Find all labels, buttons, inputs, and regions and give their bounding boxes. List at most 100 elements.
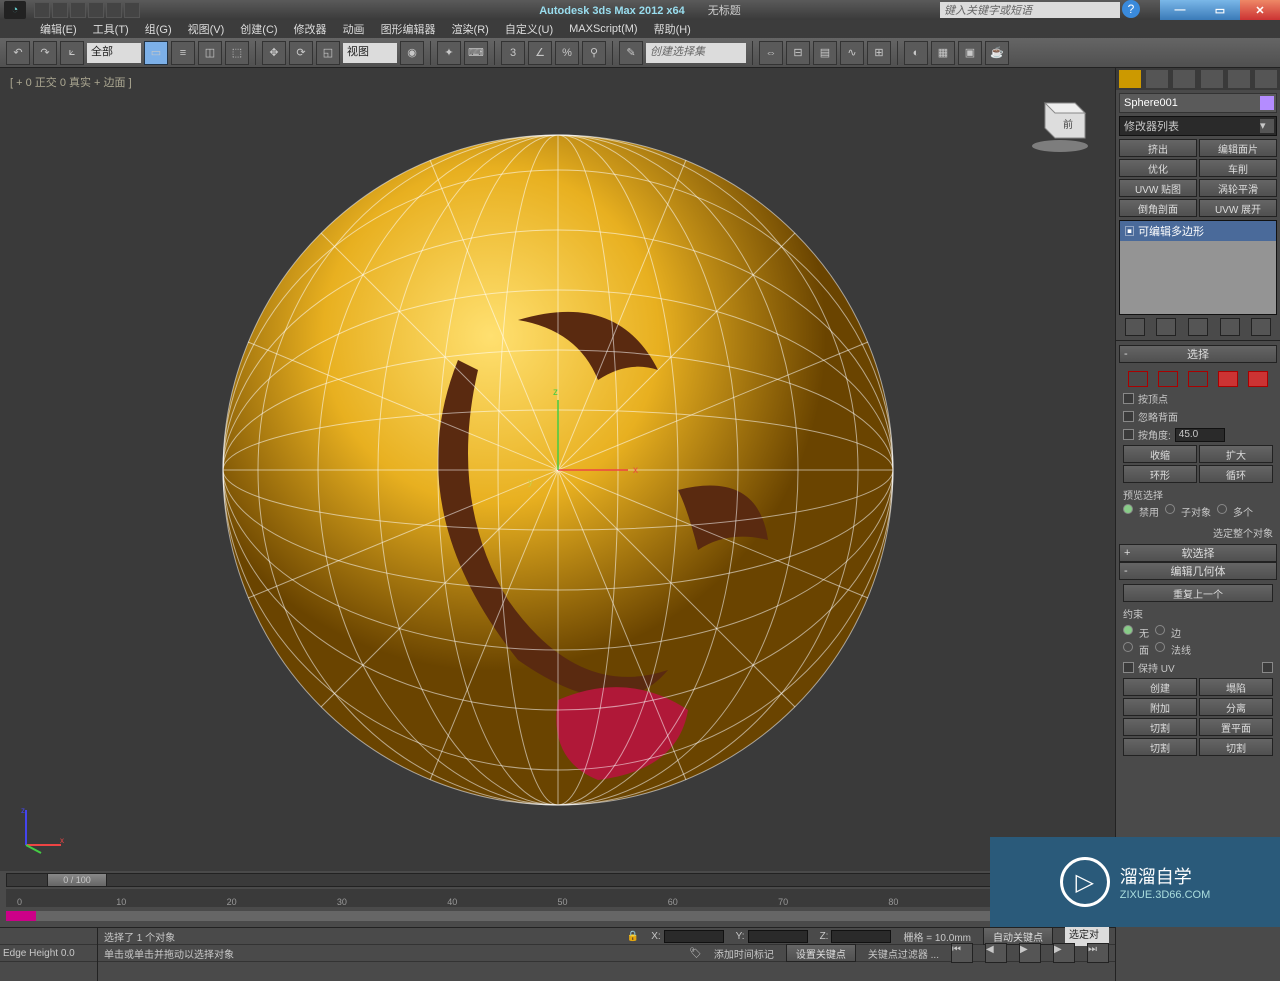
angle-snap-icon[interactable]: ∠ — [528, 41, 552, 65]
mirror-icon[interactable]: ⇔ — [759, 41, 783, 65]
play-icon[interactable]: ▶ — [1019, 943, 1041, 963]
ring-button[interactable]: 环形 — [1123, 465, 1197, 483]
qa-undo-icon[interactable] — [88, 2, 104, 18]
shrink-button[interactable]: 收缩 — [1123, 445, 1197, 463]
link-icon[interactable]: ⟀ — [60, 41, 84, 65]
object-name-field[interactable]: Sphere001 — [1119, 93, 1277, 113]
keyboard-icon[interactable]: ⌨ — [464, 41, 488, 65]
keyfilter-button[interactable]: 关键点过滤器 ... — [868, 946, 939, 961]
subobj-element-button[interactable] — [1248, 371, 1268, 387]
preview-off-radio[interactable] — [1123, 504, 1133, 514]
remove-mod-icon[interactable] — [1220, 318, 1240, 336]
editor-icon[interactable]: ✎ — [619, 41, 643, 65]
qa-new-icon[interactable] — [34, 2, 50, 18]
mod-optimize-button[interactable]: 优化 — [1119, 159, 1197, 177]
mod-bevelprofile-button[interactable]: 倒角剖面 — [1119, 199, 1197, 217]
tab-motion-icon[interactable] — [1201, 70, 1223, 88]
mod-turbosmooth-button[interactable]: 涡轮平滑 — [1199, 179, 1277, 197]
window-crossing-button[interactable]: ⬚ — [225, 41, 249, 65]
mod-editpatch-button[interactable]: 编辑面片 — [1199, 139, 1277, 157]
qa-save-icon[interactable] — [70, 2, 86, 18]
goto-start-icon[interactable]: ⏮ — [951, 943, 973, 963]
tab-create-icon[interactable] — [1119, 70, 1141, 88]
preview-multi-radio[interactable] — [1217, 504, 1227, 514]
mod-unwrap-button[interactable]: UVW 展开 — [1199, 199, 1277, 217]
percent-snap-icon[interactable]: % — [555, 41, 579, 65]
lock-icon[interactable]: 🔒 — [627, 931, 639, 942]
tab-hierarchy-icon[interactable] — [1173, 70, 1195, 88]
cut2-button[interactable]: 切割 — [1199, 738, 1273, 756]
detach-button[interactable]: 分离 — [1199, 698, 1273, 716]
material-editor-icon[interactable]: ◐ — [904, 41, 928, 65]
add-time-tag-label[interactable]: 添加时间标记 — [714, 946, 774, 961]
configure-sets-icon[interactable] — [1251, 318, 1271, 336]
window-max-button[interactable]: ▭ — [1200, 0, 1240, 20]
snap-button[interactable]: 3 — [501, 41, 525, 65]
angle-spinner[interactable]: 45.0 — [1175, 428, 1225, 442]
menu-tools[interactable]: 工具(T) — [93, 21, 129, 37]
ignore-back-checkbox[interactable] — [1123, 411, 1134, 422]
by-angle-checkbox[interactable] — [1123, 429, 1134, 440]
make-unique-icon[interactable] — [1188, 318, 1208, 336]
menu-views[interactable]: 视图(V) — [188, 21, 225, 37]
pivot-icon[interactable]: ◉ — [400, 41, 424, 65]
select-object-button[interactable]: ▭ — [144, 41, 168, 65]
next-frame-icon[interactable]: ▶ — [1053, 943, 1075, 963]
collapse-button[interactable]: 塌陷 — [1199, 678, 1273, 696]
named-selection-input[interactable]: 创建选择集 — [646, 43, 746, 63]
loop-button[interactable]: 循环 — [1199, 465, 1273, 483]
object-color-swatch[interactable] — [1260, 96, 1274, 110]
render-setup-icon[interactable]: ▦ — [931, 41, 955, 65]
by-vertex-checkbox[interactable] — [1123, 393, 1134, 404]
menu-help[interactable]: 帮助(H) — [654, 21, 691, 37]
qa-redo-icon[interactable] — [106, 2, 122, 18]
repeat-last-button[interactable]: 重复上一个 — [1123, 584, 1273, 602]
window-min-button[interactable]: — — [1160, 0, 1200, 20]
menu-rendering[interactable]: 渲染(R) — [452, 21, 489, 37]
layers-icon[interactable]: ▤ — [813, 41, 837, 65]
redo-icon[interactable]: ↷ — [33, 41, 57, 65]
window-close-button[interactable]: ✕ — [1240, 0, 1280, 20]
show-result-icon[interactable] — [1156, 318, 1176, 336]
track-bar[interactable] — [6, 911, 1109, 921]
help-icon[interactable]: ? — [1122, 0, 1140, 18]
rollout-softsel-header[interactable]: +软选择 — [1119, 544, 1277, 562]
qa-open-icon[interactable] — [52, 2, 68, 18]
grow-button[interactable]: 扩大 — [1199, 445, 1273, 463]
viewport[interactable]: [ + 0 正交 0 真实 + 边面 ] 前 — [0, 68, 1115, 871]
constraint-edge-radio[interactable] — [1155, 625, 1165, 635]
z-coord-input[interactable] — [831, 930, 891, 943]
rotate-icon[interactable]: ⟳ — [289, 41, 313, 65]
preserve-uv-checkbox[interactable] — [1123, 662, 1134, 673]
slice-button[interactable]: 切割 — [1123, 718, 1197, 736]
menu-animation[interactable]: 动画 — [343, 21, 365, 37]
menu-maxscript[interactable]: MAXScript(M) — [569, 23, 637, 35]
spinner-snap-icon[interactable]: ⚲ — [582, 41, 606, 65]
view-cube[interactable]: 前 — [1025, 88, 1095, 158]
sphere-object[interactable]: x z y — [198, 110, 918, 830]
attach-button[interactable]: 附加 — [1123, 698, 1197, 716]
time-slider-track[interactable]: 0 / 100 — [6, 873, 1109, 887]
track-key-icon[interactable] — [6, 911, 36, 921]
menu-modifiers[interactable]: 修改器 — [294, 21, 327, 37]
menu-customize[interactable]: 自定义(U) — [505, 21, 553, 37]
time-slider-thumb[interactable]: 0 / 100 — [47, 873, 107, 887]
app-icon[interactable]: ◔ — [4, 1, 26, 19]
sliceplane-button[interactable]: 置平面 — [1199, 718, 1273, 736]
rollout-editgeom-header[interactable]: -编辑几何体 — [1119, 562, 1277, 580]
modifier-list-dropdown[interactable]: 修改器列表 ▾ — [1119, 116, 1277, 136]
constraint-normal-radio[interactable] — [1155, 642, 1165, 652]
schematic-icon[interactable]: ⊞ — [867, 41, 891, 65]
refcoord-dropdown[interactable]: 视图 — [343, 43, 397, 63]
y-coord-input[interactable] — [748, 930, 808, 943]
constraint-none-radio[interactable] — [1123, 625, 1133, 635]
script-mini-listener[interactable] — [0, 928, 97, 945]
constraint-face-radio[interactable] — [1123, 642, 1133, 652]
x-coord-input[interactable] — [664, 930, 724, 943]
goto-end-icon[interactable]: ⏭ — [1087, 943, 1109, 963]
viewport-label[interactable]: [ + 0 正交 0 真实 + 边面 ] — [10, 74, 132, 90]
help-search-input[interactable]: 键入关键字或短语 — [940, 2, 1120, 18]
render-icon[interactable]: ☕ — [985, 41, 1009, 65]
menu-grapheditors[interactable]: 图形编辑器 — [381, 21, 436, 37]
select-name-button[interactable]: ≡ — [171, 41, 195, 65]
